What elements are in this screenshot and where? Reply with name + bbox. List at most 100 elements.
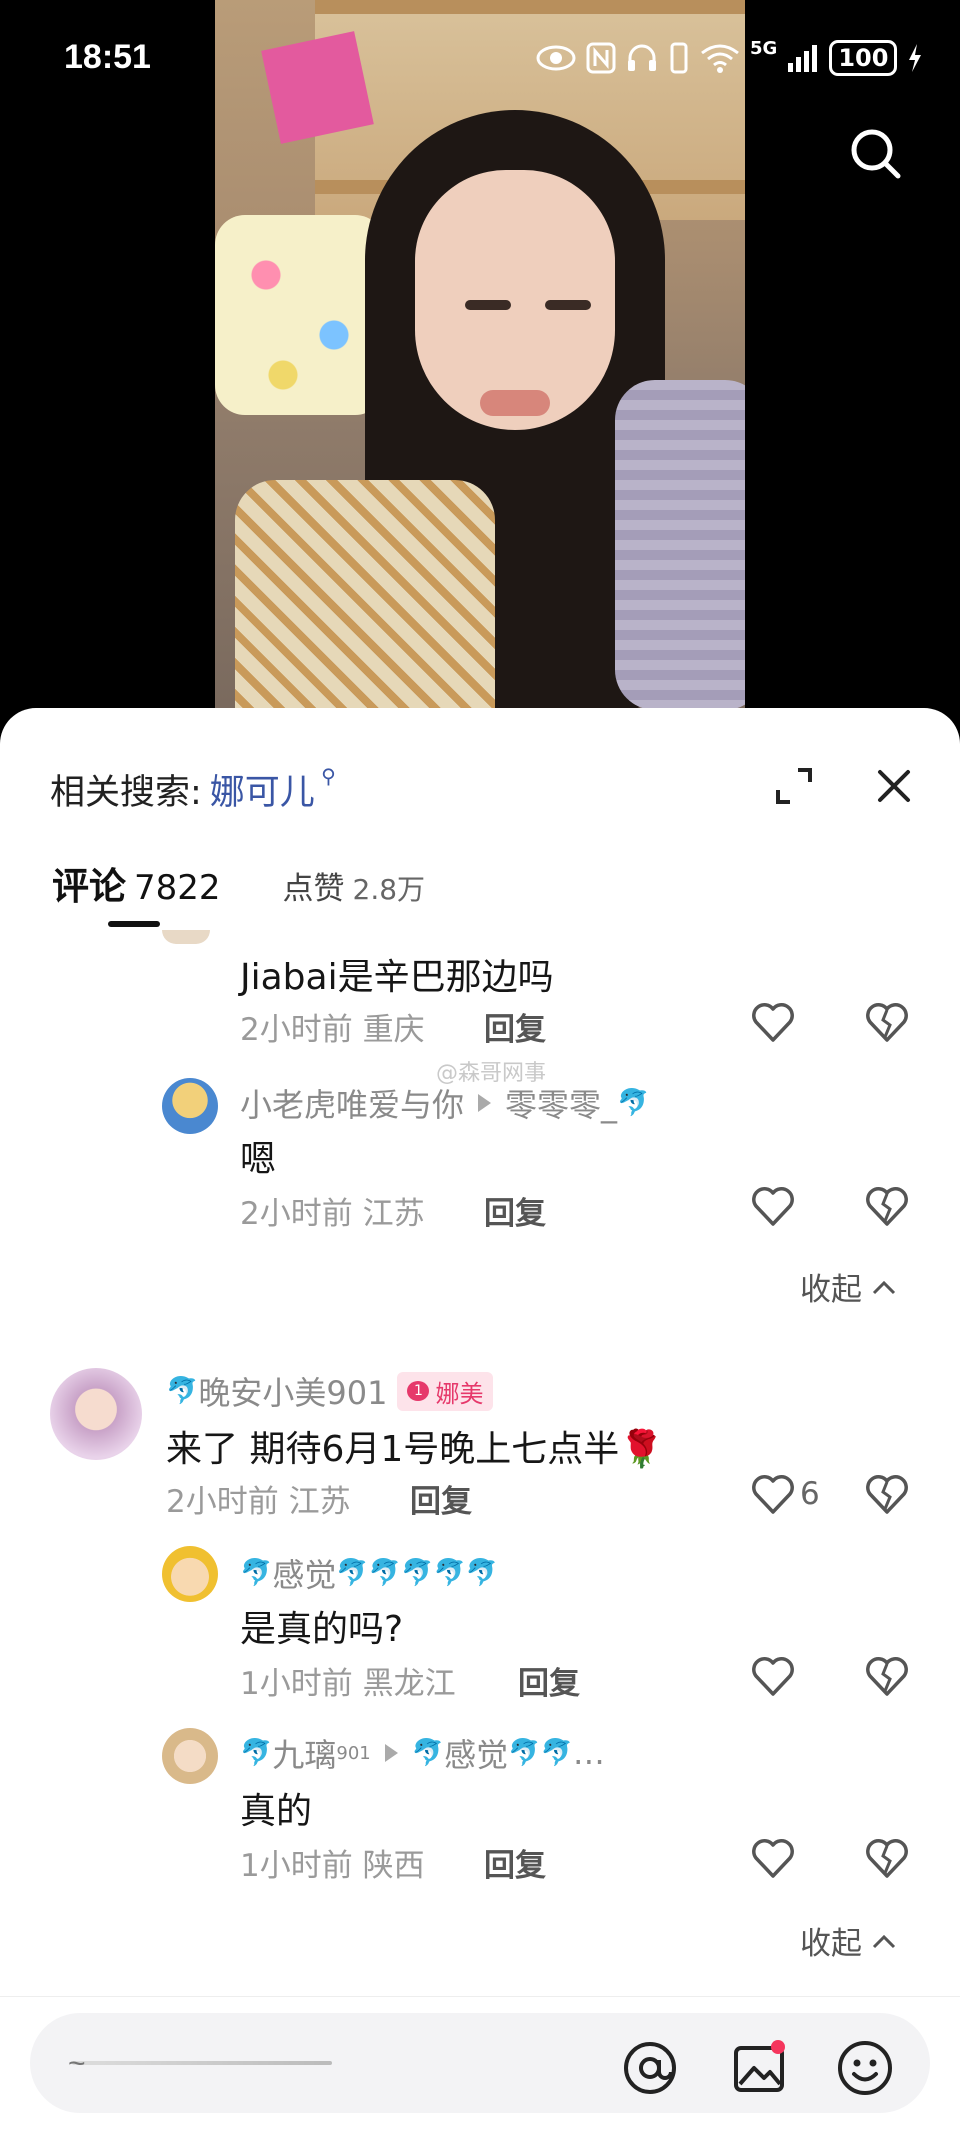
search-icon[interactable] — [848, 126, 904, 182]
comments-sheet: 相关搜索: 娜可儿 ⚲ 评论 7822 点赞 2.8万 Jiabai是辛巴那边吗 2小… — [0, 708, 960, 2131]
comment-author[interactable]: 小老虎唯爱与你 — [240, 1080, 464, 1126]
broken-heart-icon[interactable] — [864, 1184, 910, 1230]
comment-meta: 1小时前 陕西 — [240, 1840, 425, 1885]
vibrate-icon — [670, 42, 688, 74]
small-search-icon: ⚲ — [314, 764, 336, 788]
comment-time: 1小时前 — [240, 1848, 353, 1884]
comment-meta: 2小时前 江苏 — [240, 1188, 425, 1233]
heart-icon[interactable] — [750, 1472, 796, 1518]
comment-meta: 1小时前 黑龙江 — [240, 1658, 456, 1703]
charging-icon — [909, 44, 922, 72]
emoji-icon[interactable] — [835, 2038, 895, 2098]
sweater-shape — [235, 480, 495, 708]
lips-shape — [480, 390, 550, 416]
broken-heart-icon[interactable] — [864, 1000, 910, 1046]
broken-heart-icon[interactable] — [864, 1654, 910, 1700]
reply-to-author[interactable]: 零零零_ — [505, 1080, 617, 1126]
dolphin-icon: 🐬 — [166, 1376, 199, 1406]
heart-icon[interactable] — [750, 1836, 796, 1882]
comment-text: 嗯 — [240, 1139, 277, 1180]
comment-location: 黑龙江 — [362, 1666, 456, 1702]
avatar[interactable] — [162, 1728, 218, 1784]
comment-location: 江苏 — [288, 1484, 351, 1520]
comment-time: 1小时前 — [240, 1666, 353, 1702]
comment-time: 2小时前 — [166, 1484, 279, 1520]
collapse-replies-button[interactable]: 收起 — [800, 1918, 898, 1963]
comment-text: 是真的吗? — [240, 1609, 404, 1650]
comment-text: 真的 — [240, 1791, 313, 1832]
pillow-decor — [215, 215, 385, 415]
network-type: 5G — [750, 38, 778, 59]
comment-input[interactable] — [66, 2035, 350, 2093]
avatar[interactable] — [162, 1078, 218, 1134]
comment-location: 重庆 — [362, 1012, 425, 1048]
comment-input-box[interactable] — [30, 2013, 930, 2113]
tab-likes[interactable]: 点赞 2.8万 — [283, 863, 426, 908]
collapse-replies-button[interactable]: 收起 — [800, 1264, 898, 1309]
status-icons: 5G 100 — [536, 38, 923, 78]
tab-likes-count: 2.8万 — [352, 873, 426, 906]
comment-author[interactable]: 九璃 — [272, 1730, 336, 1776]
collapse-label: 收起 — [800, 1926, 862, 1962]
comment-author-row: 🐬 晚安小美901 1 娜美 — [166, 1368, 494, 1414]
comment-author[interactable]: 晚安小美901 — [198, 1368, 387, 1414]
eye-right — [545, 300, 591, 310]
comment-time: 2小时前 — [240, 1012, 353, 1048]
broken-heart-icon[interactable] — [864, 1836, 910, 1882]
comment-author-row: 🐬 感觉 🐬🐬🐬🐬🐬 — [240, 1550, 498, 1596]
at-mention-icon[interactable] — [620, 2038, 680, 2098]
tab-comments-label: 评论 — [52, 865, 126, 908]
battery-level: 100 — [829, 40, 898, 76]
dolphin-icon: 🐬 — [411, 1738, 445, 1768]
avatar-partial[interactable] — [162, 930, 210, 944]
reply-button[interactable]: 回复 — [410, 1476, 472, 1521]
close-icon[interactable] — [872, 764, 916, 808]
heart-icon[interactable] — [750, 1654, 796, 1700]
tab-comments[interactable]: 评论 7822 — [52, 856, 221, 910]
tab-indicator — [108, 921, 160, 927]
fan-badge: 1 娜美 — [397, 1371, 494, 1411]
collapse-label: 收起 — [800, 1272, 862, 1308]
nfc-icon — [586, 42, 616, 74]
comment-meta: 2小时前 重庆 — [240, 1004, 425, 1049]
dolphin-icon: 🐬🐬 — [508, 1738, 573, 1768]
expand-icon[interactable] — [772, 764, 816, 808]
comment-location: 陕西 — [362, 1848, 425, 1884]
eye-left — [465, 300, 511, 310]
comment-author[interactable]: 感觉 — [272, 1550, 336, 1596]
tab-likes-label: 点赞 — [282, 871, 345, 907]
reply-button[interactable]: 回复 — [518, 1658, 580, 1703]
comment-author-row: 小老虎唯爱与你 零零零_ 🐬 — [240, 1080, 649, 1126]
related-search-keyword[interactable]: 娜可儿 — [210, 773, 315, 813]
reply-button[interactable]: 回复 — [484, 1004, 546, 1049]
avatar[interactable] — [50, 1368, 142, 1460]
related-search: 相关搜索: 娜可儿 ⚲ — [50, 764, 336, 815]
comment-time: 2小时前 — [240, 1196, 353, 1232]
image-icon[interactable] — [730, 2038, 790, 2098]
comment-tabs: 评论 7822 点赞 2.8万 — [52, 856, 425, 910]
blanket-shape — [615, 380, 745, 708]
status-time: 18:51 — [64, 38, 151, 76]
avatar[interactable] — [162, 1546, 218, 1602]
signal-icon — [788, 45, 818, 72]
comment-location: 江苏 — [362, 1196, 425, 1232]
comment-meta: 2小时前 江苏 — [166, 1476, 351, 1521]
comment-input-bar — [0, 1996, 960, 2132]
comment-text: Jiabai是辛巴那边吗 — [240, 957, 554, 998]
reply-button[interactable]: 回复 — [484, 1840, 546, 1885]
badge-text: 娜美 — [435, 1379, 484, 1408]
comment-text: 来了 期待6月1号晚上七点半🌹 — [166, 1429, 665, 1470]
chevron-up-icon — [872, 1280, 896, 1294]
reply-arrow-icon — [384, 1744, 398, 1762]
chevron-up-icon — [872, 1934, 896, 1948]
eye-comfort-icon — [536, 45, 576, 71]
tab-comments-count: 7822 — [134, 868, 221, 908]
headphones-icon — [628, 44, 656, 71]
reply-button[interactable]: 回复 — [484, 1188, 546, 1233]
broken-heart-icon[interactable] — [864, 1472, 910, 1518]
reply-to-author[interactable]: 感觉 — [444, 1730, 508, 1776]
comment-author-row: 🐬 九璃 901 🐬 感觉 🐬🐬… — [240, 1730, 605, 1776]
heart-icon[interactable] — [750, 1000, 796, 1046]
heart-icon[interactable] — [750, 1184, 796, 1230]
wifi-icon — [701, 44, 739, 73]
